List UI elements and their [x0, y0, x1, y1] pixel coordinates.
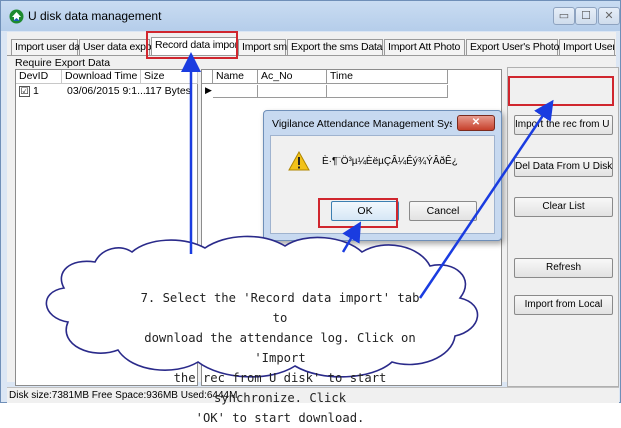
grid-header-name[interactable]: Name: [213, 70, 258, 84]
app-icon: [9, 9, 24, 24]
column-header-download-time[interactable]: Download Time: [62, 70, 141, 84]
grid-header-time[interactable]: Time: [327, 70, 448, 84]
callout-line: the rec from U disk' to start synchroniz…: [173, 371, 387, 405]
action-panel: Import the rec from U Disk Del Data From…: [507, 67, 619, 387]
warning-icon: [288, 151, 310, 171]
clear-list-button[interactable]: Clear List: [514, 197, 613, 217]
title-bar[interactable]: U disk data management ▭ ☐ ✕: [1, 1, 620, 31]
tab-user-data-export[interactable]: User data export: [79, 39, 158, 55]
column-header-devid[interactable]: DevID: [16, 70, 62, 84]
row-download-time: 03/06/2015 9:1...: [67, 85, 146, 97]
dialog-title: Vigilance Attendance Management Syst...: [272, 118, 452, 130]
tab-import-user-data[interactable]: Import user data: [11, 39, 88, 55]
grid-cell[interactable]: [258, 85, 327, 98]
column-header-size[interactable]: Size: [141, 70, 198, 84]
dialog-close-button[interactable]: ✕: [457, 115, 495, 131]
grid-header-ac-no[interactable]: Ac_No: [258, 70, 327, 84]
tab-export-users-photo[interactable]: Export User's Photo: [466, 39, 559, 55]
highlight-ok-button: [318, 198, 398, 228]
import-from-u-disk-button[interactable]: Import the rec from U Disk: [514, 115, 613, 135]
group-label: Require Export Data: [15, 57, 111, 69]
refresh-button[interactable]: Refresh: [514, 258, 613, 278]
tab-import-users-photo[interactable]: Import User's Photo: [559, 39, 615, 55]
highlight-record-tab: [146, 31, 238, 59]
grid-corner: [202, 70, 213, 84]
cancel-button[interactable]: Cancel: [409, 201, 477, 221]
dialog-message: È·¶¨Ö³µ¼ÈëµÇÂ¼Êý¾ÝÂðÊ¿: [322, 156, 458, 167]
grid-cell[interactable]: [213, 85, 258, 98]
callout-line: download the attendance log. Click on 'I…: [144, 331, 416, 365]
highlight-import-button: [508, 76, 614, 106]
row-pointer-icon: ▶: [205, 85, 212, 95]
tab-strip-border: [7, 55, 616, 56]
callout-text: 7. Select the 'Record data import' tab t…: [130, 288, 430, 428]
callout-line: 'OK' to start download.: [195, 411, 365, 425]
row-devid: 1: [33, 85, 39, 97]
minimize-button[interactable]: ▭: [553, 7, 575, 25]
maximize-button[interactable]: ☐: [575, 7, 597, 25]
tab-import-att-photo[interactable]: Import Att Photo: [384, 39, 465, 55]
grid-cell[interactable]: [327, 85, 448, 98]
callout-line: 7. Select the 'Record data import' tab t…: [140, 291, 420, 325]
tab-export-sms-data[interactable]: Export the sms Data: [287, 39, 383, 55]
window-title: U disk data management: [28, 9, 162, 23]
import-from-local-button[interactable]: Import from Local: [514, 295, 613, 315]
tab-import-sms[interactable]: Import sms: [238, 39, 292, 55]
row-checkbox[interactable]: ☑: [19, 86, 30, 97]
close-button[interactable]: ✕: [598, 7, 620, 25]
delete-from-u-disk-button[interactable]: Del Data From U Disk: [514, 157, 613, 177]
row-size: 117 Bytes: [145, 85, 191, 97]
